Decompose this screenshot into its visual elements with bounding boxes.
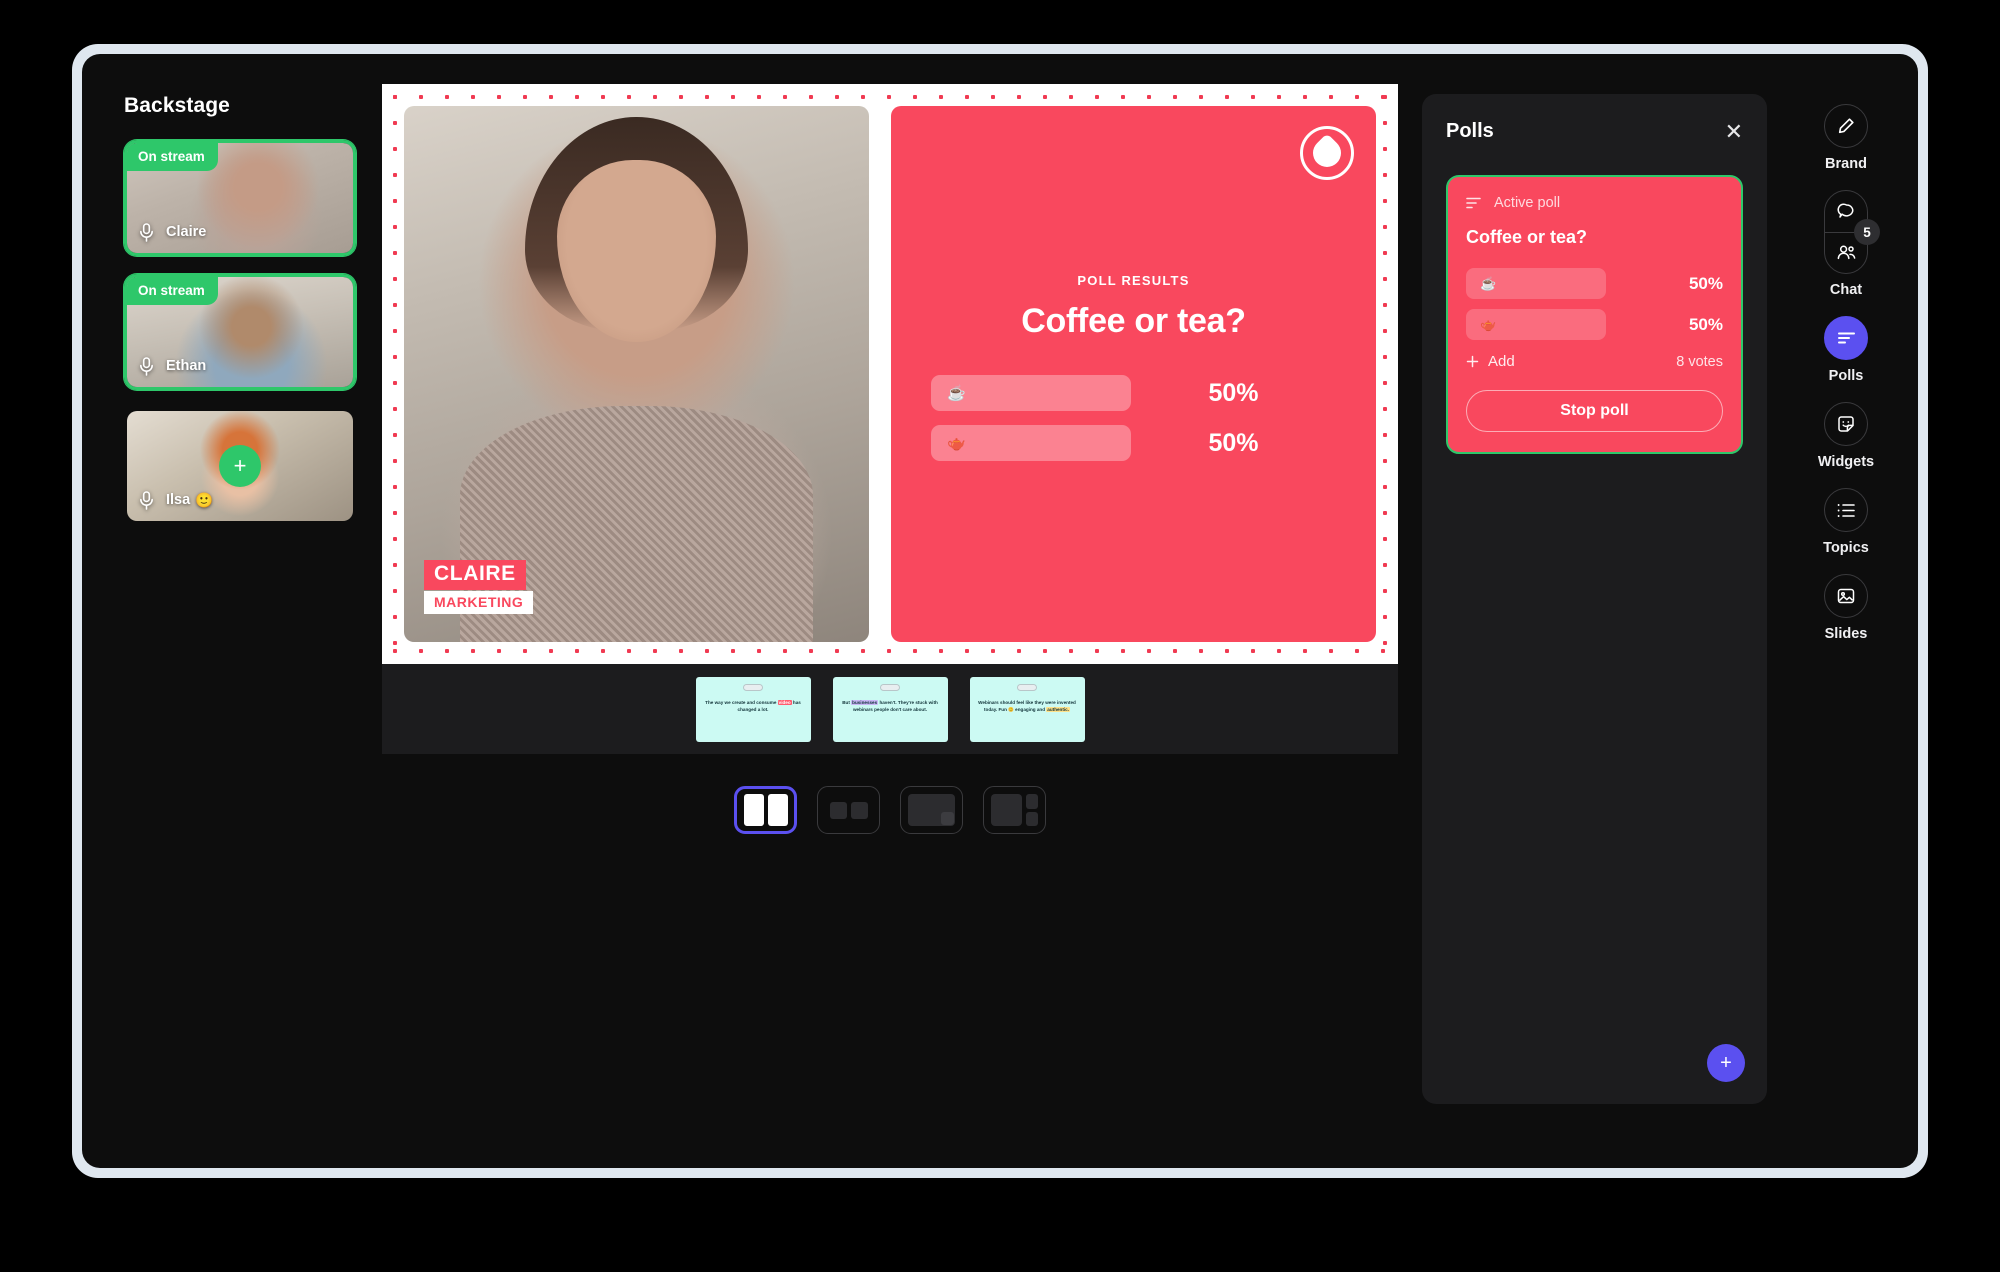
participant-footer: Claire <box>127 211 353 253</box>
on-stream-badge: On stream <box>127 277 218 305</box>
list-icon <box>1824 488 1868 532</box>
create-poll-fab[interactable]: + <box>1707 1044 1745 1082</box>
stage-area: CLAIRE MARKETING POLL RESULTS Coffee or … <box>382 84 1398 834</box>
lower-third-role: MARKETING <box>424 591 534 614</box>
rail-label: Brand <box>1825 156 1867 172</box>
slides-strip: The way we create and consume video has … <box>382 664 1398 754</box>
brand-logo-icon <box>1300 126 1354 180</box>
slide-text: The way we create and consume video has … <box>705 699 801 712</box>
add-to-stream-button[interactable]: + <box>219 445 261 487</box>
vote-count: 8 votes <box>1676 353 1723 370</box>
slide-text: But businesses haven't. They're stuck wi… <box>842 699 938 712</box>
slide-thumbnail[interactable]: Webinars should feel like they were inve… <box>969 676 1085 742</box>
active-poll-option-percent: 50% <box>1688 314 1723 334</box>
rail-label: Widgets <box>1817 454 1875 470</box>
participant-footer: Ethan <box>127 345 353 387</box>
poll-option-bar: 🫖 <box>931 425 1131 461</box>
slide-chip <box>880 683 900 691</box>
participant-name-text: Ilsa <box>166 492 191 508</box>
backstage-panel: Backstage On stream Claire On stream Eth… <box>124 94 356 542</box>
active-poll-option-bar: ☕ <box>1466 268 1606 299</box>
rail-item-chat[interactable]: 5 Chat <box>1824 190 1880 298</box>
slide-chip <box>743 683 763 691</box>
active-poll-label: Active poll <box>1494 195 1561 211</box>
rail-item-polls[interactable]: Polls <box>1824 316 1868 384</box>
tea-emoji: 🫖 <box>947 435 966 452</box>
speaker-video-tile[interactable]: CLAIRE MARKETING <box>404 106 869 642</box>
active-poll-card: Active poll Coffee or tea? ☕ 50% 🫖 50% A… <box>1446 175 1743 454</box>
active-poll-option-percent: 50% <box>1688 273 1723 293</box>
on-stream-badge: On stream <box>127 143 218 171</box>
participant-emoji: 🙂 <box>195 492 214 509</box>
lower-third: CLAIRE MARKETING <box>424 560 534 614</box>
polls-panel-title: Polls <box>1446 120 1494 142</box>
lower-third-name: CLAIRE <box>424 560 526 590</box>
active-poll-header: Active poll <box>1466 195 1723 211</box>
stop-poll-button[interactable]: Stop poll <box>1466 390 1723 432</box>
rail-label: Topics <box>1823 540 1869 556</box>
split-layout-button[interactable] <box>734 786 797 834</box>
close-icon[interactable]: ✕ <box>1725 120 1743 143</box>
poll-option-percent: 50% <box>1208 428 1259 457</box>
app-frame: Backstage On stream Claire On stream Eth… <box>72 44 1928 1178</box>
poll-option-percent: 50% <box>1208 378 1259 407</box>
participant-name: Claire <box>166 224 207 240</box>
slide-text: Webinars should feel like they were inve… <box>978 699 1076 712</box>
rail-item-widgets[interactable]: Widgets <box>1818 402 1874 470</box>
poll-lines-icon <box>1824 316 1868 360</box>
rail-item-slides[interactable]: Slides <box>1824 574 1868 642</box>
rail-item-topics[interactable]: Topics <box>1823 488 1869 556</box>
duo-layout-button[interactable] <box>817 786 880 834</box>
slide-thumbnail[interactable]: But businesses haven't. They're stuck wi… <box>832 676 948 742</box>
add-option-label: Add <box>1488 353 1515 370</box>
poll-option-row: ☕ 50% <box>931 375 1336 411</box>
sidebar-layout-button[interactable] <box>983 786 1046 834</box>
slide-chip <box>1017 683 1037 691</box>
microphone-icon[interactable] <box>138 356 155 377</box>
active-poll-option-row[interactable]: ☕ 50% <box>1466 268 1723 299</box>
rail-label: Polls <box>1828 368 1864 384</box>
participant-ethan[interactable]: On stream Ethan <box>124 274 356 390</box>
poll-lines-icon <box>1466 197 1481 209</box>
stage-canvas: CLAIRE MARKETING POLL RESULTS Coffee or … <box>382 84 1398 664</box>
stage-composition: CLAIRE MARKETING POLL RESULTS Coffee or … <box>404 106 1376 642</box>
polls-header: Polls ✕ <box>1446 120 1743 143</box>
rail-item-brand[interactable]: Brand <box>1824 104 1868 172</box>
poll-option-bar: ☕ <box>931 375 1131 411</box>
active-poll-option-row[interactable]: 🫖 50% <box>1466 309 1723 340</box>
participant-name: Ethan <box>166 358 207 374</box>
poll-eyebrow: POLL RESULTS <box>1077 273 1190 288</box>
slide-thumbnail[interactable]: The way we create and consume video has … <box>695 676 811 742</box>
participant-claire[interactable]: On stream Claire <box>124 140 356 256</box>
polls-panel: Polls ✕ Active poll Coffee or tea? ☕ 50% <box>1422 94 1767 1104</box>
coffee-emoji: ☕ <box>947 385 966 402</box>
poll-results-card[interactable]: POLL RESULTS Coffee or tea? ☕ 50% 🫖 50% <box>891 106 1376 642</box>
rail-label: Chat <box>1829 282 1863 298</box>
poll-option-row: 🫖 50% <box>931 425 1336 461</box>
layout-selector <box>382 786 1398 834</box>
poll-question: Coffee or tea? <box>1021 302 1246 340</box>
participant-name: Ilsa 🙂 <box>166 492 213 509</box>
image-icon <box>1824 574 1868 618</box>
active-poll-meta: Add 8 votes <box>1466 353 1723 370</box>
plus-icon <box>1466 355 1479 368</box>
add-option-button[interactable]: Add <box>1466 353 1515 370</box>
chat-unread-badge: 5 <box>1854 219 1880 245</box>
rail-label: Slides <box>1824 626 1868 642</box>
tea-emoji: 🫖 <box>1480 316 1497 332</box>
pencil-icon <box>1824 104 1868 148</box>
chat-people-icon: 5 <box>1824 190 1880 274</box>
coffee-emoji: ☕ <box>1480 275 1497 291</box>
active-poll-option-bar: 🫖 <box>1466 309 1606 340</box>
microphone-icon[interactable] <box>138 490 155 511</box>
active-poll-question: Coffee or tea? <box>1466 227 1588 247</box>
sticker-icon <box>1823 402 1868 446</box>
participant-ilsa[interactable]: + Ilsa 🙂 <box>124 408 356 524</box>
microphone-icon[interactable] <box>138 222 155 243</box>
pip-layout-button[interactable] <box>900 786 963 834</box>
backstage-title: Backstage <box>124 94 230 117</box>
app-window: Backstage On stream Claire On stream Eth… <box>82 54 1918 1168</box>
right-rail: Brand 5 Chat Polls Widgets Topics Slides <box>1798 104 1894 642</box>
